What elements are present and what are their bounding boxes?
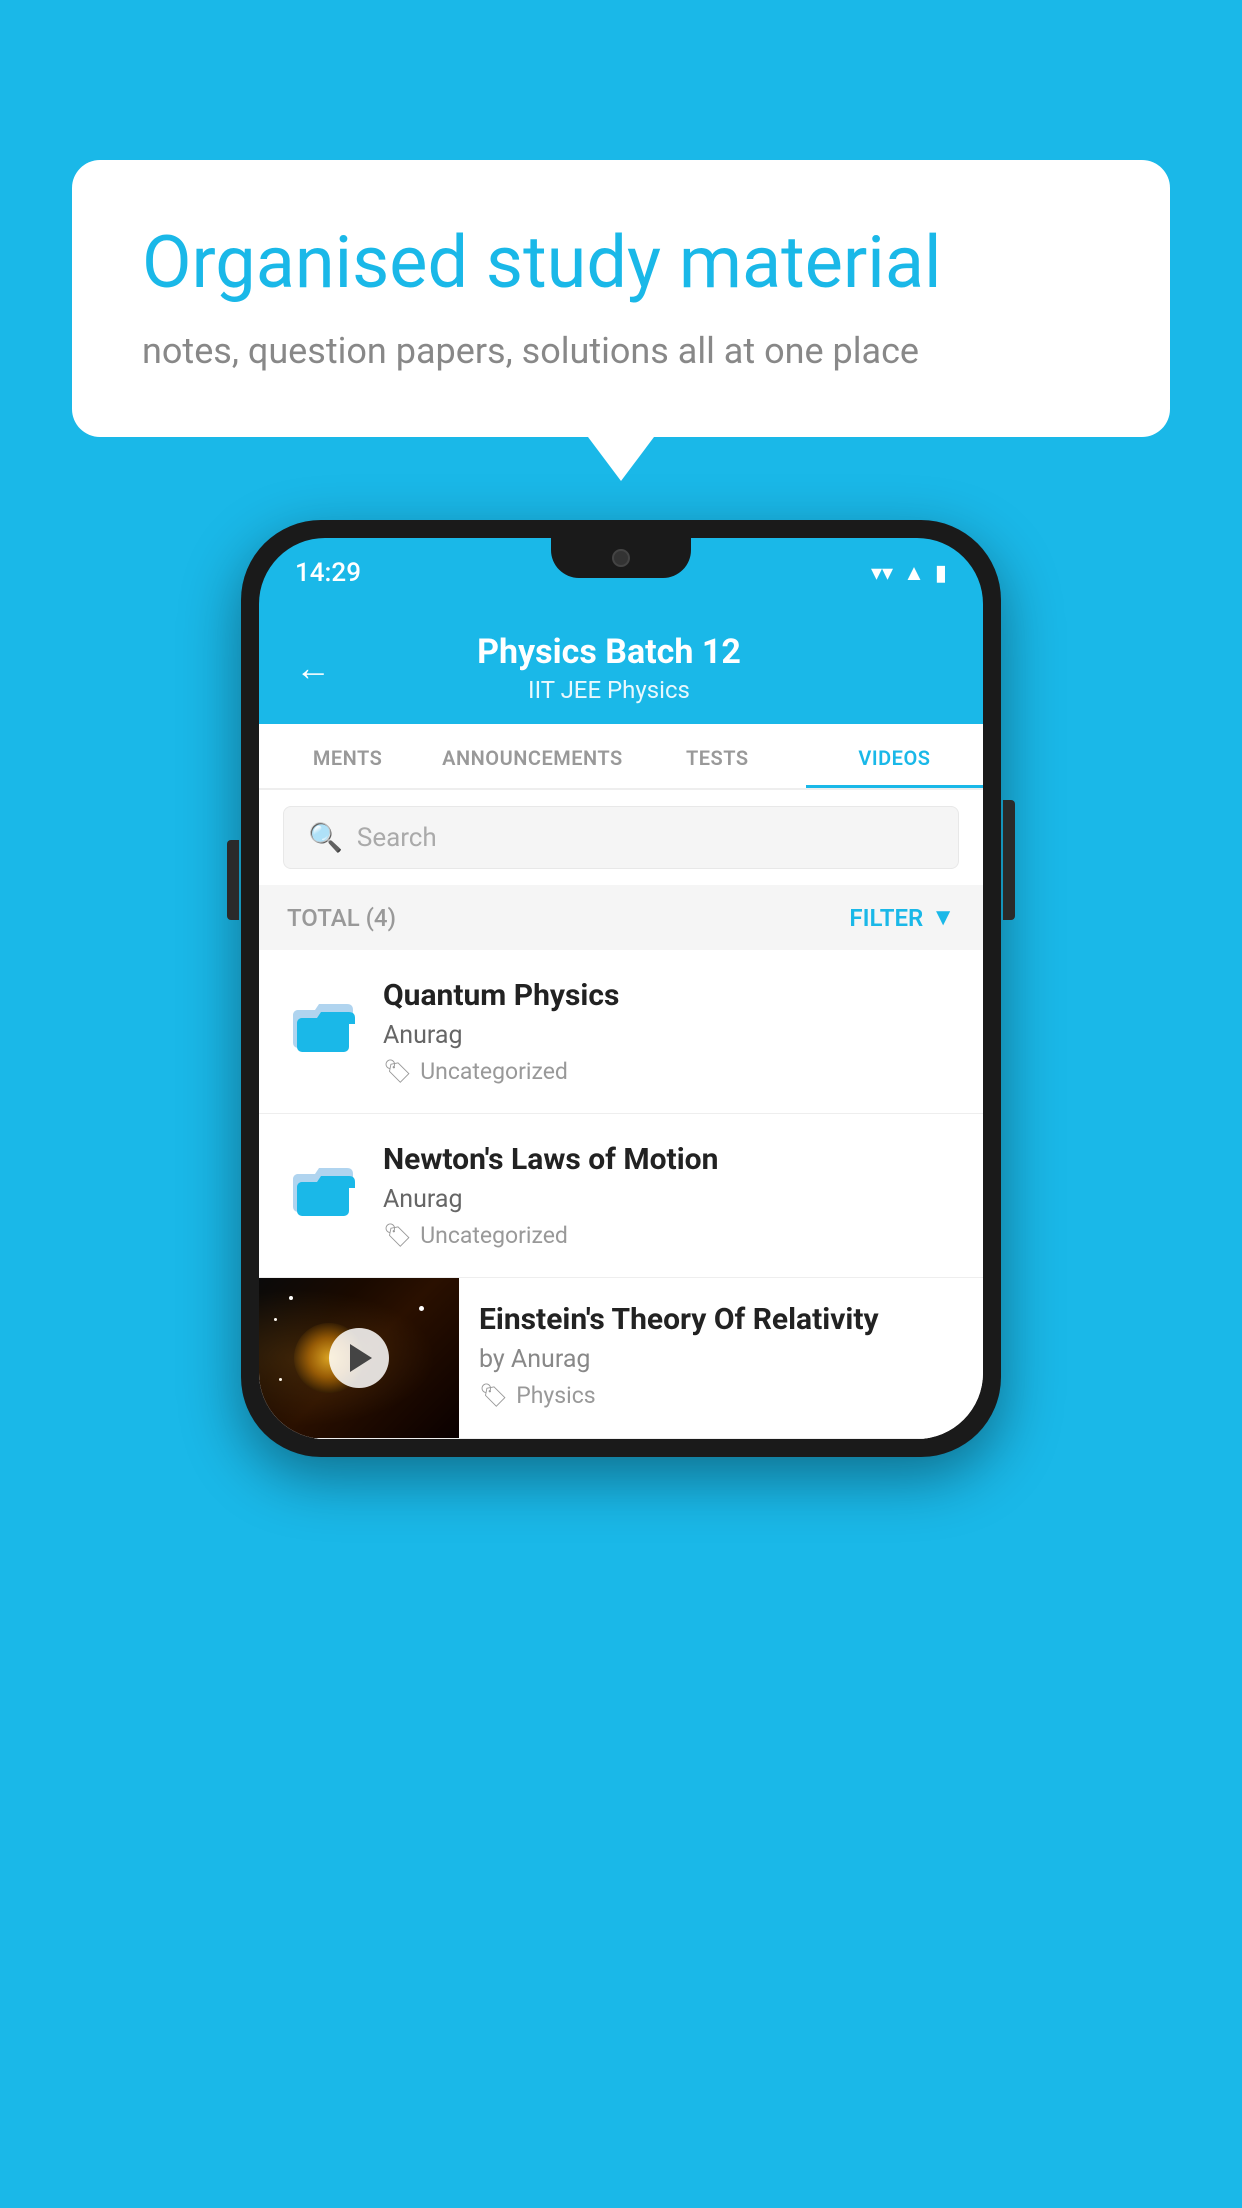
folder-icon <box>283 1148 363 1228</box>
tab-ments[interactable]: MENTS <box>259 724 436 788</box>
phone-mockup: 14:29 ▾▾ ▲ ▮ ← Physics Batch 12 IIT JEE … <box>241 520 1001 1457</box>
tag-icon: 🏷 <box>479 1382 508 1409</box>
item-author: Anurag <box>383 1021 959 1050</box>
filter-icon: ▼ <box>931 903 955 932</box>
status-icons: ▾▾ ▲ ▮ <box>871 560 947 586</box>
back-button[interactable]: ← <box>295 647 331 689</box>
header-text: Physics Batch 12 IIT JEE Physics <box>355 632 863 704</box>
status-time: 14:29 <box>295 558 361 588</box>
battery-icon: ▮ <box>935 561 947 586</box>
tag-icon: 🏷 <box>383 1058 412 1085</box>
phone-inner: 14:29 ▾▾ ▲ ▮ ← Physics Batch 12 IIT JEE … <box>259 538 983 1439</box>
play-triangle-icon <box>350 1344 372 1372</box>
search-bar[interactable]: 🔍 Search <box>283 806 959 869</box>
total-count: TOTAL (4) <box>287 904 396 932</box>
search-input[interactable]: Search <box>357 823 437 853</box>
tag-icon: 🏷 <box>383 1222 412 1249</box>
content-area: Quantum Physics Anurag 🏷 Uncategorized <box>259 950 983 1439</box>
star-decoration <box>289 1296 293 1300</box>
star-decoration <box>274 1318 277 1321</box>
item-author: Anurag <box>383 1185 959 1214</box>
header-subtitle: IIT JEE Physics <box>355 676 863 704</box>
speech-bubble-section: Organised study material notes, question… <box>72 160 1170 437</box>
item-tag: 🏷 Uncategorized <box>383 1058 959 1085</box>
search-icon: 🔍 <box>308 821 343 854</box>
phone-outer: 14:29 ▾▾ ▲ ▮ ← Physics Batch 12 IIT JEE … <box>241 520 1001 1457</box>
list-item-thumb[interactable]: Einstein's Theory Of Relativity by Anura… <box>259 1278 983 1439</box>
list-item[interactable]: Quantum Physics Anurag 🏷 Uncategorized <box>259 950 983 1114</box>
list-item[interactable]: Newton's Laws of Motion Anurag 🏷 Uncateg… <box>259 1114 983 1278</box>
status-bar: 14:29 ▾▾ ▲ ▮ <box>259 538 983 608</box>
thumb-info: Einstein's Theory Of Relativity by Anura… <box>479 1278 959 1433</box>
star-decoration <box>419 1306 424 1311</box>
item-info: Newton's Laws of Motion Anurag 🏷 Uncateg… <box>383 1142 959 1249</box>
filter-bar: TOTAL (4) FILTER ▼ <box>259 885 983 950</box>
phone-notch <box>551 538 691 578</box>
bubble-title: Organised study material <box>142 220 1100 306</box>
header-title: Physics Batch 12 <box>355 632 863 672</box>
folder-icon <box>283 984 363 1064</box>
app-header: ← Physics Batch 12 IIT JEE Physics <box>259 608 983 724</box>
tab-announcements[interactable]: ANNOUNCEMENTS <box>436 724 629 788</box>
item-tag: 🏷 Uncategorized <box>383 1222 959 1249</box>
video-thumbnail <box>259 1278 459 1438</box>
thumb-title: Einstein's Theory Of Relativity <box>479 1302 959 1337</box>
thumb-author: by Anurag <box>479 1345 959 1374</box>
signal-icon: ▲ <box>903 560 925 586</box>
camera-dot <box>612 549 630 567</box>
star-decoration <box>279 1378 282 1381</box>
tab-videos[interactable]: VIDEOS <box>806 724 983 788</box>
bubble-subtitle: notes, question papers, solutions all at… <box>142 330 1100 372</box>
search-container: 🔍 Search <box>259 790 983 885</box>
tab-bar: MENTS ANNOUNCEMENTS TESTS VIDEOS <box>259 724 983 790</box>
filter-label: FILTER <box>849 904 923 932</box>
item-title: Quantum Physics <box>383 978 959 1013</box>
speech-bubble-card: Organised study material notes, question… <box>72 160 1170 437</box>
tab-tests[interactable]: TESTS <box>629 724 806 788</box>
play-button[interactable] <box>329 1328 389 1388</box>
thumb-tag: 🏷 Physics <box>479 1382 959 1409</box>
wifi-icon: ▾▾ <box>871 561 893 586</box>
item-title: Newton's Laws of Motion <box>383 1142 959 1177</box>
filter-button[interactable]: FILTER ▼ <box>849 903 955 932</box>
item-info: Quantum Physics Anurag 🏷 Uncategorized <box>383 978 959 1085</box>
